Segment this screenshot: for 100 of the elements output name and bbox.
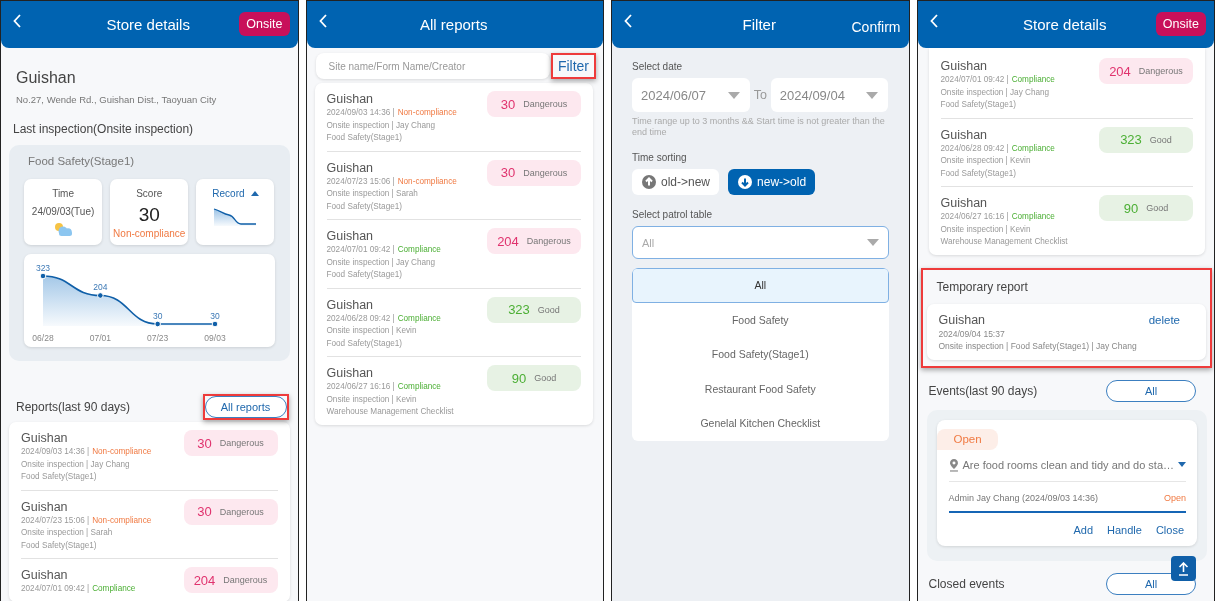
report-date: 2024/09/03 14:36 | <box>21 447 90 456</box>
section-heading: Temporary report <box>936 279 1029 294</box>
rating-label: Good <box>1149 134 1172 145</box>
rating-label: Good <box>537 304 560 315</box>
form-name: Food Safety(Stage1) <box>21 471 98 483</box>
report-date: 2024/07/01 09:42 | <box>21 584 90 593</box>
data-label: 323 <box>35 263 51 273</box>
status-text: Non-compliance <box>92 515 152 525</box>
section-heading: Events(last 90 days) <box>928 383 1038 398</box>
form-name: Food Safety(Stage1) <box>940 167 1018 180</box>
report-date: 2024/07/23 15:06 | <box>326 176 395 186</box>
rating-label: Dangerous <box>523 167 568 178</box>
inspection-time: 24/09/03(Tue) <box>31 206 95 217</box>
score-value: 30 <box>197 435 212 451</box>
report-detail: Onsite inspection | Jay Chang <box>326 119 437 132</box>
tile-label: Score <box>136 188 163 199</box>
report-date: 2024/06/28 09:42 | <box>326 313 395 323</box>
report-detail: Onsite inspection | Kevin <box>326 393 418 406</box>
hint-text: Time range up to 3 months && Start time is not greater than the end time <box>632 116 886 138</box>
site-name: Guishan <box>326 92 375 107</box>
screen-title: Store details <box>105 16 191 33</box>
field-label: Select date <box>632 61 684 72</box>
report-detail: Onsite inspection | Sarah <box>21 527 114 539</box>
report-detail: Onsite inspection | Kevin <box>326 325 418 337</box>
site-name: Guishan <box>21 499 69 515</box>
form-name: Food Safety(Stage1) <box>326 337 404 350</box>
form-name: Food Safety(Stage1) <box>940 99 1018 111</box>
report-date: 2024/07/23 15:06 | <box>21 515 90 525</box>
form-name: Warehouse Management Checklist <box>940 236 1068 248</box>
score-value: 204 <box>1109 63 1131 79</box>
range-separator: To <box>753 88 767 102</box>
axis-label: 06/28 <box>32 333 54 343</box>
score-value: 323 <box>1120 132 1142 147</box>
report-date: 2024/09/04 15:37 <box>938 327 1006 340</box>
report-detail: Onsite inspection | Jay Chang <box>326 256 437 269</box>
data-label: 30 <box>152 311 163 321</box>
form-name: Warehouse Management Checklist <box>326 406 454 418</box>
report-date: 2024/06/27 16:16 | <box>326 382 395 391</box>
score-value: 30 <box>500 96 516 112</box>
site-name: Guishan <box>326 160 375 176</box>
report-date: 2024/07/01 09:42 | <box>940 75 1009 84</box>
form-name: Food Safety(Stage1) <box>21 539 98 552</box>
form-name: Food Safety(Stage1) <box>326 200 404 213</box>
status-text: Compliance <box>1011 143 1055 153</box>
rating-label: Dangerous <box>219 438 264 448</box>
status-text: Non-compliance <box>397 176 457 186</box>
status-text: Compliance <box>397 313 441 323</box>
report-detail: Onsite inspection | Jay Chang <box>940 86 1051 99</box>
data-label: 30 <box>210 311 220 321</box>
status-text: Compliance <box>397 245 441 254</box>
score-value: 30 <box>138 204 160 226</box>
form-name: Food Safety(Stage1) <box>326 132 404 144</box>
rating-label: Dangerous <box>1138 66 1183 76</box>
status-text: Compliance <box>397 382 441 391</box>
status-text: Non-compliance <box>92 447 152 456</box>
score-value: 204 <box>497 233 519 249</box>
field-label: Select patrol table <box>632 209 714 220</box>
rating-label: Dangerous <box>526 236 571 246</box>
screen-title: Filter <box>741 16 777 33</box>
report-date: 2024/06/28 09:42 | <box>940 143 1009 153</box>
rating-label: Dangerous <box>223 575 268 585</box>
field-label: Time sorting <box>632 152 688 163</box>
rating-label: Good <box>534 373 557 383</box>
score-value: 90 <box>511 370 527 386</box>
status-text: Compliance <box>1011 75 1055 84</box>
report-detail: Onsite inspection | Sarah <box>326 188 419 200</box>
site-name: Guishan <box>326 297 375 313</box>
status-text: Non-compliance <box>397 108 457 117</box>
site-name: Guishan <box>940 127 989 143</box>
section-heading: Closed events <box>928 576 1005 591</box>
form-name: Food Safety(Stage1) <box>326 269 404 281</box>
store-name: Guishan <box>16 69 77 87</box>
site-name: Guishan <box>938 312 986 328</box>
status-tag: Open <box>936 428 998 450</box>
rating-label: Good <box>1146 203 1169 213</box>
report-date: 2024/09/03 14:36 | <box>326 108 395 117</box>
report-detail: Onsite inspection | Kevin <box>940 223 1032 236</box>
section-heading: Reports(last 90 days) <box>16 400 131 414</box>
store-address: No.27, Wende Rd., Guishan Dist., Taoyuan City <box>16 94 218 105</box>
score-value: 30 <box>197 504 212 519</box>
screen-title: Store details <box>1022 16 1108 33</box>
screen-title: All reports <box>419 16 489 33</box>
event-question: Are food rooms clean and tidy and do sta… <box>962 458 1175 471</box>
site-name: Guishan <box>21 431 69 446</box>
site-name: Guishan <box>940 59 989 74</box>
status-text: Compliance <box>92 584 136 593</box>
axis-label: 07/01 <box>89 333 111 343</box>
site-name: Guishan <box>21 568 69 583</box>
report-detail: Onsite inspection | Jay Chang <box>21 458 131 471</box>
score-value: 204 <box>193 572 216 588</box>
site-name: Guishan <box>326 366 375 381</box>
score-value: 323 <box>508 302 530 317</box>
score-value: 90 <box>1123 200 1139 216</box>
axis-label: 07/23 <box>147 333 169 343</box>
site-name: Guishan <box>326 229 375 244</box>
status-text: Open <box>1163 492 1186 503</box>
report-date: 2024/06/27 16:16 | <box>940 212 1009 221</box>
result-text: Non-compliance <box>113 228 186 239</box>
data-label: 204 <box>93 282 108 293</box>
score-value: 30 <box>500 165 516 180</box>
